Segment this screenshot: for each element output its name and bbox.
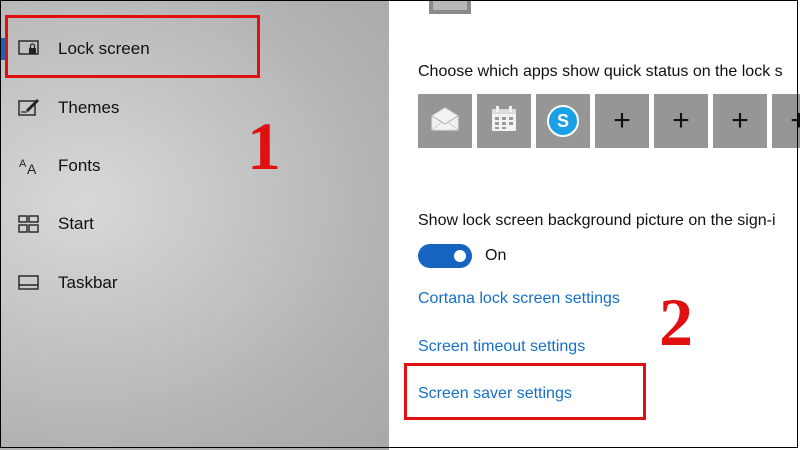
themes-icon xyxy=(18,97,40,119)
background-preview-thumbnail xyxy=(429,0,471,14)
sidebar-item-label: Start xyxy=(58,214,94,233)
settings-sidebar: Lock screen Themes AA Fonts Start Taskba… xyxy=(0,0,389,450)
sidebar-item-lock-screen[interactable]: Lock screen xyxy=(0,20,389,78)
signin-background-toggle[interactable] xyxy=(418,244,472,268)
signin-background-label: Show lock screen background picture on t… xyxy=(418,212,776,229)
sidebar-item-label: Lock screen xyxy=(58,39,150,58)
quick-status-tile-add[interactable]: + xyxy=(654,94,708,148)
quick-status-tile-calendar[interactable] xyxy=(477,94,531,148)
quick-status-tile-add[interactable]: + xyxy=(595,94,649,148)
quick-status-tile-skype[interactable]: S xyxy=(536,94,590,148)
sidebar-item-fonts[interactable]: AA Fonts xyxy=(0,137,389,195)
calendar-icon xyxy=(490,105,518,138)
quick-status-tile-add[interactable]: + xyxy=(772,94,800,148)
lock-screen-icon xyxy=(18,38,40,60)
step-marker-2: 2 xyxy=(659,284,693,360)
sidebar-item-taskbar[interactable]: Taskbar xyxy=(0,254,389,312)
quick-status-tile-add[interactable]: + xyxy=(713,94,767,148)
quick-status-tile-mail[interactable] xyxy=(418,94,472,148)
add-icon: + xyxy=(613,104,631,137)
sidebar-item-label: Taskbar xyxy=(58,273,118,292)
lock-screen-settings-panel: Choose which apps show quick status on t… xyxy=(389,0,800,450)
cortana-lock-screen-settings-link[interactable]: Cortana lock screen settings xyxy=(418,290,620,308)
step-marker-1: 1 xyxy=(247,108,281,184)
quick-status-tiles: S + + + + xyxy=(418,94,800,148)
screen-timeout-settings-link[interactable]: Screen timeout settings xyxy=(418,338,585,356)
add-icon: + xyxy=(672,104,690,137)
screen-saver-settings-link[interactable]: Screen saver settings xyxy=(418,385,572,403)
taskbar-icon xyxy=(18,272,40,294)
skype-icon: S xyxy=(547,105,579,137)
mail-icon xyxy=(430,106,460,137)
toggle-state-label: On xyxy=(485,247,507,264)
quick-status-heading: Choose which apps show quick status on t… xyxy=(418,63,783,80)
sidebar-item-label: Fonts xyxy=(58,156,101,175)
fonts-icon: AA xyxy=(18,155,40,177)
add-icon: + xyxy=(731,104,749,137)
toggle-knob xyxy=(454,250,466,262)
sidebar-item-start[interactable]: Start xyxy=(0,195,389,253)
sidebar-item-themes[interactable]: Themes xyxy=(0,79,389,137)
add-icon: + xyxy=(790,104,800,137)
svg-text:A: A xyxy=(27,161,37,176)
svg-text:A: A xyxy=(19,158,27,170)
start-icon xyxy=(18,213,40,235)
sidebar-item-label: Themes xyxy=(58,98,120,117)
